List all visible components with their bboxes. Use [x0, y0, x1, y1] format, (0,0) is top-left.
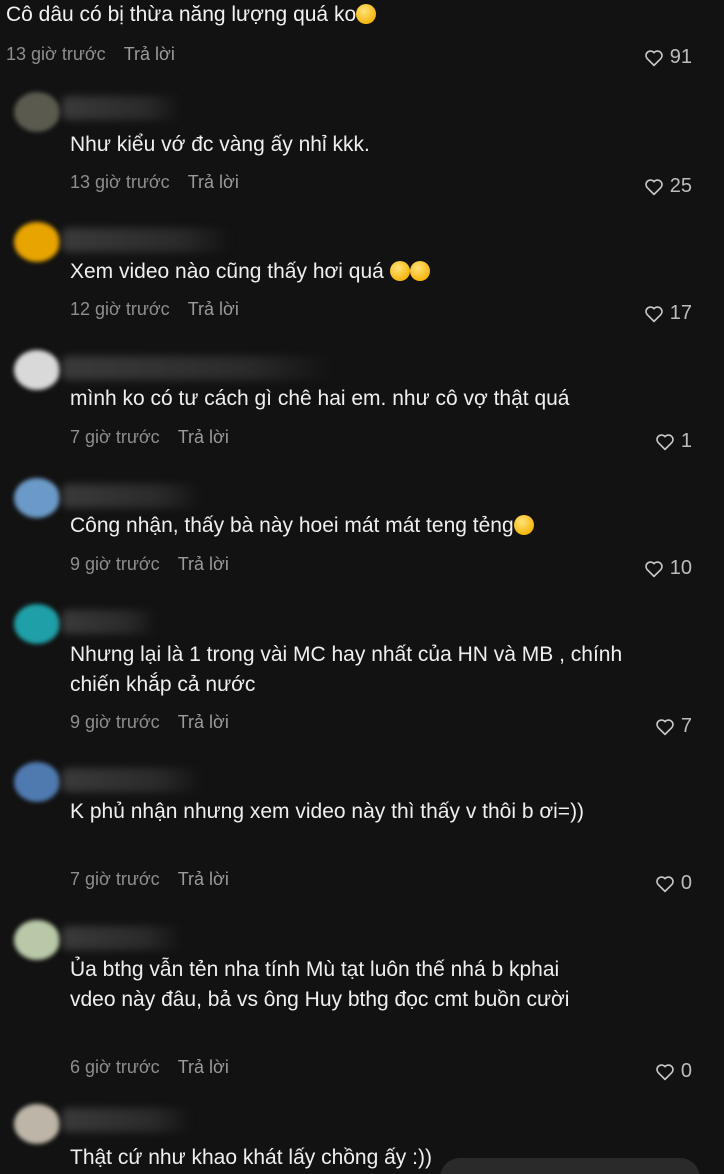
- avatar[interactable]: [14, 478, 60, 518]
- username-blurred[interactable]: [62, 1108, 192, 1132]
- reply-button[interactable]: Trả lời: [178, 869, 229, 889]
- reply-text: Như kiểu vớ đc vàng ấy nhỉ kkk.: [70, 133, 370, 156]
- avatar[interactable]: [14, 920, 60, 960]
- like-button[interactable]: 0: [655, 1060, 692, 1083]
- reply-text: K phủ nhận nhưng xem video này thì thấy …: [70, 800, 585, 823]
- like-count: 10: [669, 557, 692, 579]
- like-count: 17: [669, 302, 692, 324]
- like-button[interactable]: 25: [644, 175, 692, 198]
- comment-text: Cô dâu có bị thừa năng lượng quá ko: [6, 3, 377, 27]
- reply-button[interactable]: Trả lời: [188, 172, 239, 192]
- reply-button[interactable]: Trả lời: [178, 1057, 229, 1077]
- timestamp: 13 giờ trước: [70, 172, 170, 192]
- reply-button[interactable]: Trả lời: [188, 299, 239, 319]
- reply-button[interactable]: Trả lời: [178, 712, 229, 732]
- reply-meta: 12 giờ trước Trả lời: [70, 299, 239, 320]
- reply-button[interactable]: Trả lời: [178, 427, 229, 447]
- like-count: 0: [680, 1060, 692, 1082]
- like-count: 0: [680, 872, 692, 894]
- timestamp: 7 giờ trước: [70, 427, 160, 447]
- avatar[interactable]: [14, 350, 60, 390]
- reply-button[interactable]: Trả lời: [124, 44, 175, 64]
- avatar[interactable]: [14, 762, 60, 802]
- reply-text: Nhưng lại là 1 trong vài MC hay nhất của…: [70, 643, 623, 696]
- comments-panel: Cô dâu có bị thừa năng lượng quá ko 13 g…: [0, 0, 724, 1174]
- comment-input-bar[interactable]: [440, 1158, 700, 1174]
- reply-meta: 7 giờ trước Trả lời: [70, 427, 229, 448]
- like-button[interactable]: 10: [644, 557, 692, 580]
- username-blurred[interactable]: [62, 484, 202, 508]
- timestamp: 7 giờ trước: [70, 869, 160, 889]
- timestamp: 13 giờ trước: [6, 44, 106, 64]
- username-blurred[interactable]: [62, 356, 332, 380]
- username-blurred[interactable]: [62, 610, 157, 634]
- username-blurred[interactable]: [62, 228, 232, 252]
- like-button[interactable]: 91: [644, 46, 692, 69]
- username-blurred[interactable]: [62, 96, 182, 120]
- reply-meta: 7 giờ trước Trả lời: [70, 869, 229, 890]
- reply-meta: 9 giờ trước Trả lời: [70, 712, 229, 733]
- reply-text: Xem video nào cũng thấy hơi quá: [70, 257, 630, 287]
- like-button[interactable]: 0: [655, 872, 692, 895]
- timestamp: 12 giờ trước: [70, 299, 170, 319]
- timestamp: 9 giờ trước: [70, 554, 160, 574]
- like-count: 91: [669, 46, 692, 68]
- timestamp: 9 giờ trước: [70, 712, 160, 732]
- comment-meta: 13 giờ trước Trả lời: [6, 44, 175, 65]
- heart-icon: [656, 433, 674, 450]
- heart-icon: [644, 49, 663, 66]
- reply-text: mình ko có tư cách gì chê hai em. như cô…: [70, 387, 570, 410]
- like-count: 25: [669, 175, 692, 197]
- heart-icon: [644, 178, 663, 195]
- sweat-smile-emoji-icon: [356, 4, 377, 24]
- heart-icon: [656, 718, 674, 735]
- grinning-emoji-icon: [389, 261, 410, 281]
- reply-meta: 6 giờ trước Trả lời: [70, 1057, 229, 1078]
- like-button[interactable]: 7: [655, 715, 692, 738]
- reply-meta: 13 giờ trước Trả lời: [70, 172, 239, 193]
- like-button[interactable]: 17: [644, 302, 692, 325]
- reply-text: Ủa bthg vẫn tẻn nha tính Mù tạt luôn thế…: [70, 958, 570, 1011]
- heart-icon: [644, 560, 663, 577]
- reply-meta: 9 giờ trước Trả lời: [70, 554, 229, 575]
- reply-text: Công nhận, thấy bà này hoei mát mát teng…: [70, 511, 630, 541]
- like-count: 1: [680, 430, 692, 452]
- rofl-emoji-icon: [409, 261, 430, 281]
- avatar[interactable]: [14, 92, 60, 132]
- heart-icon: [656, 1063, 674, 1080]
- avatar[interactable]: [14, 604, 60, 644]
- reply-button[interactable]: Trả lời: [178, 554, 229, 574]
- username-blurred[interactable]: [62, 926, 182, 950]
- avatar[interactable]: [14, 222, 60, 262]
- like-count: 7: [680, 715, 692, 737]
- laughing-emoji-icon: [513, 515, 534, 535]
- like-button[interactable]: 1: [655, 430, 692, 453]
- username-blurred[interactable]: [62, 768, 202, 792]
- heart-icon: [656, 875, 674, 892]
- avatar[interactable]: [14, 1104, 60, 1144]
- timestamp: 6 giờ trước: [70, 1057, 160, 1077]
- heart-icon: [644, 305, 663, 322]
